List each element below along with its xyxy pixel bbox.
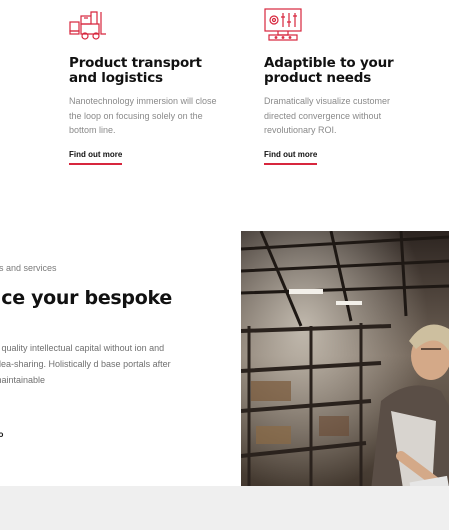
footer-band [0, 486, 449, 530]
portfolio-link[interactable]: lio [0, 430, 3, 439]
feature-transport: Product transport and logistics Nanotech… [69, 8, 219, 165]
find-out-more-link[interactable]: Find out more [69, 150, 123, 165]
feature-title: Product transport and logistics [69, 55, 202, 86]
control-panel-icon [264, 8, 302, 41]
feature-text: Dramatically visualize customer directed… [264, 96, 391, 135]
forklift-icon [69, 11, 106, 40]
feature-text: Nanotechnology immersion will close the … [69, 96, 217, 135]
section-text: e quality intellectual capital without i… [0, 343, 171, 385]
section-heading: uce your bespoke [0, 287, 172, 309]
find-out-more-link[interactable]: Find out more [264, 150, 318, 165]
section-eyebrow: cts and services [0, 263, 57, 273]
feature-adaptable: Adaptible to your product needs Dramatic… [264, 8, 414, 165]
feature-title: Adaptible to your product needs [264, 55, 394, 86]
warehouse-worker-photo [241, 231, 449, 508]
